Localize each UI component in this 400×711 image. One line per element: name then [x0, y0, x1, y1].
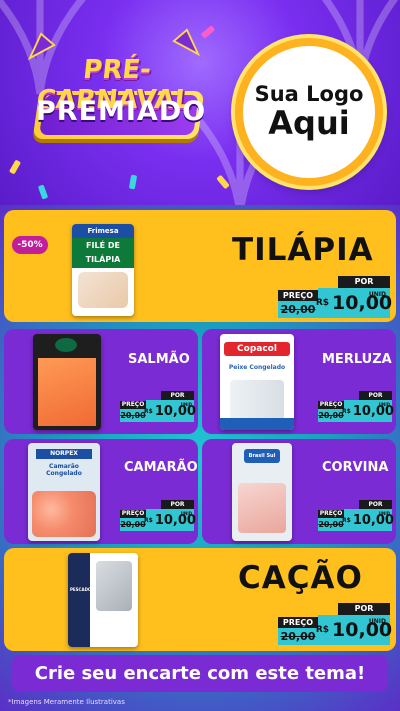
old-price-label: PREÇO — [120, 510, 146, 518]
unit-label: UNID — [368, 618, 386, 625]
old-price-label: PREÇO — [318, 510, 344, 518]
currency: R$ — [342, 407, 351, 415]
currency: R$ — [342, 516, 351, 524]
unit-label: UNID — [180, 402, 192, 407]
currency: R$ — [315, 625, 330, 635]
cacao-product-image: PESCADOS — [68, 553, 138, 647]
confetti-icon — [8, 159, 22, 175]
currency: R$ — [315, 298, 330, 308]
old-price-label: PREÇO — [318, 401, 344, 409]
unit-label: UNID — [378, 511, 390, 516]
flyer-page: PRÉ-CARNAVAL PREMIADO Sua Logo Aqui -50%… — [0, 0, 400, 711]
product-name-tilapia: TILÁPIA — [232, 232, 374, 268]
price-tag-salmao: POR PREÇO 20,00 R$ 10,00 UNID — [120, 391, 196, 422]
old-price-label: PREÇO — [120, 401, 146, 409]
old-price-label: PREÇO — [278, 617, 318, 628]
salmon-fillet-image — [38, 358, 96, 426]
corvina-product-image: Brasil Sul — [232, 443, 292, 541]
price-label-por: POR — [161, 500, 194, 509]
price-label-por: POR — [161, 391, 194, 400]
currency: R$ — [144, 407, 153, 415]
package-label: FILÉ DE TILÁPIA — [72, 238, 134, 268]
old-price: 20,00 — [318, 409, 344, 422]
unit-label: UNID — [368, 291, 386, 298]
title-logo: PRÉ-CARNAVAL PREMIADO — [18, 55, 213, 155]
logo-placeholder: Sua Logo Aqui — [235, 38, 383, 186]
discount-badge: -50% — [12, 236, 48, 254]
price-label-por: POR — [338, 603, 390, 615]
price-tag-corvina: POR PREÇO 20,00 R$ 10,00 UNID — [318, 500, 394, 531]
product-name-cacao: CAÇÃO — [238, 560, 363, 596]
product-name-merluza: MERLUZA — [322, 352, 392, 367]
brand-label: Frimesa — [72, 224, 134, 238]
salmao-product-image — [33, 334, 101, 430]
brand-label: Copacol — [224, 342, 290, 356]
product-name-camarao: CAMARÃO — [124, 460, 198, 475]
old-price: 20,00 — [318, 518, 344, 531]
price-label-por: POR — [359, 500, 392, 509]
camarao-product-image: NORPEX Camarão Congelado — [28, 443, 100, 541]
unit-label: UNID — [378, 402, 390, 407]
logo-line-2: Aqui — [268, 103, 350, 142]
brand-seal — [55, 338, 77, 352]
product-name-corvina: CORVINA — [322, 460, 389, 475]
title-line-2: PREMIADO — [36, 96, 207, 127]
old-price-label: PREÇO — [278, 290, 318, 301]
fish-fillet-image — [78, 272, 128, 308]
cta-banner[interactable]: Crie seu encarte com este tema! — [12, 655, 388, 692]
price-label-por: POR — [359, 391, 392, 400]
fish-fillet-image — [238, 483, 286, 533]
brand-label: Brasil Sul — [244, 449, 280, 463]
price-tag-camarao: POR PREÇO 20,00 R$ 10,00 UNID — [120, 500, 196, 531]
old-price: 20,00 — [120, 518, 146, 531]
package-label: PESCADOS — [70, 587, 95, 592]
currency: R$ — [144, 516, 153, 524]
package-stripe — [220, 418, 294, 430]
confetti-icon — [200, 25, 216, 39]
unit-label: UNID — [180, 511, 192, 516]
disclaimer-note: *Imagens Meramente Ilustrativas — [8, 698, 125, 706]
party-horn-icon — [172, 28, 201, 57]
header: PRÉ-CARNAVAL PREMIADO Sua Logo Aqui — [0, 0, 400, 215]
old-price: 20,00 — [278, 301, 318, 318]
logo-line-1: Sua Logo — [254, 81, 364, 106]
confetti-icon — [128, 174, 138, 190]
fish-steak-image — [96, 561, 132, 611]
brand-label: NORPEX — [36, 449, 92, 459]
price-label-por: POR — [338, 276, 390, 288]
tilapia-product-image: Frimesa FILÉ DE TILÁPIA — [72, 224, 134, 316]
product-name-salmao: SALMÃO — [128, 352, 190, 367]
price-tag-cacao: POR PREÇO 20,00 R$ 10,00 UNID — [278, 603, 392, 645]
confetti-icon — [37, 184, 49, 200]
old-price: 20,00 — [120, 409, 146, 422]
shrimp-image — [32, 491, 96, 537]
package-label: Camarão Congelado — [46, 463, 82, 477]
fish-fillet-image — [230, 380, 284, 420]
price-tag-tilapia: POR PREÇO 20,00 R$ 10,00 UNID — [278, 276, 392, 318]
package-label: Peixe Congelado — [228, 364, 286, 371]
old-price: 20,00 — [278, 628, 318, 645]
package-stripe — [68, 553, 90, 647]
merluza-product-image: Copacol Peixe Congelado — [220, 334, 294, 430]
price-tag-merluza: POR PREÇO 20,00 R$ 10,00 UNID — [318, 391, 394, 422]
